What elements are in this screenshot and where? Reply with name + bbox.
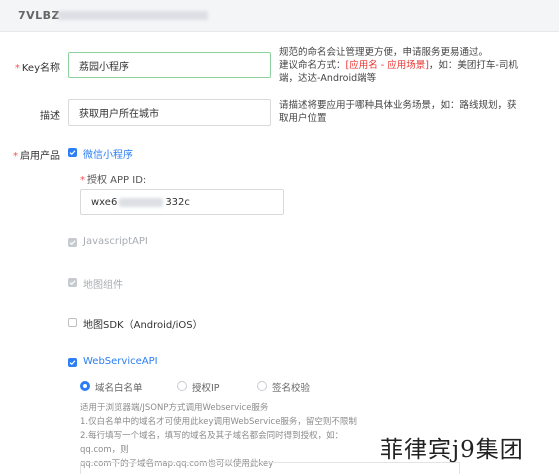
app-id-input[interactable]: wxe6 332c (80, 189, 284, 215)
description-hint: 请描述将要应用于哪种具体业务场景，如：路线规划，获 取用户位置 (279, 100, 517, 124)
check-icon (69, 360, 76, 366)
key-name-label: * Key名称 (14, 63, 60, 74)
wechat-mini-checkbox[interactable] (68, 148, 77, 157)
webservice-api-checkbox[interactable] (68, 358, 77, 367)
products-label: * 启用产品 (13, 151, 60, 162)
watermark-text: 菲律宾j9集团 (380, 437, 524, 463)
check-icon (69, 150, 76, 156)
key-name-input[interactable]: 荔园小程序 (68, 52, 271, 78)
map-sdk-checkbox[interactable] (68, 318, 77, 327)
description-label: 描述 (40, 111, 60, 122)
webservice-api-label: WebServiceAPI (83, 356, 158, 367)
whitelist-notes: 适用于浏览器端/JSONP方式调用Webservice服务 1.仅白名单中的域名… (80, 403, 357, 469)
map-component-checkbox[interactable] (68, 278, 77, 287)
map-component-label: 地图组件 (83, 280, 123, 291)
radio-signature-check-label: 签名校验 (272, 383, 311, 394)
javascript-api-checkbox[interactable] (68, 238, 77, 247)
description-input[interactable]: 获取用户所在城市 (68, 99, 271, 126)
radio-signature-check[interactable] (257, 381, 267, 391)
radio-authorized-ip-label: 授权IP (192, 383, 220, 394)
radio-domain-whitelist[interactable] (80, 381, 90, 391)
app-id-label: * 授权 APP ID: (80, 175, 147, 186)
radio-domain-whitelist-label: 域名白名单 (95, 383, 143, 394)
app-id-masked (119, 197, 164, 207)
check-icon (69, 280, 76, 286)
key-id-masked (58, 11, 208, 20)
javascript-api-label: JavascriptAPI (83, 236, 148, 247)
wechat-mini-label: 微信小程序 (83, 150, 133, 161)
check-icon (69, 240, 76, 246)
key-id-prefix: 7VLBZ (18, 9, 61, 22)
radio-authorized-ip[interactable] (177, 381, 187, 391)
key-name-hint: 规范的命名会让管理更方便，申请服务更易通过。 建议命名方式：[应用名 - 应用场… (279, 47, 518, 84)
map-sdk-label: 地图SDK（Android/iOS） (83, 320, 203, 331)
